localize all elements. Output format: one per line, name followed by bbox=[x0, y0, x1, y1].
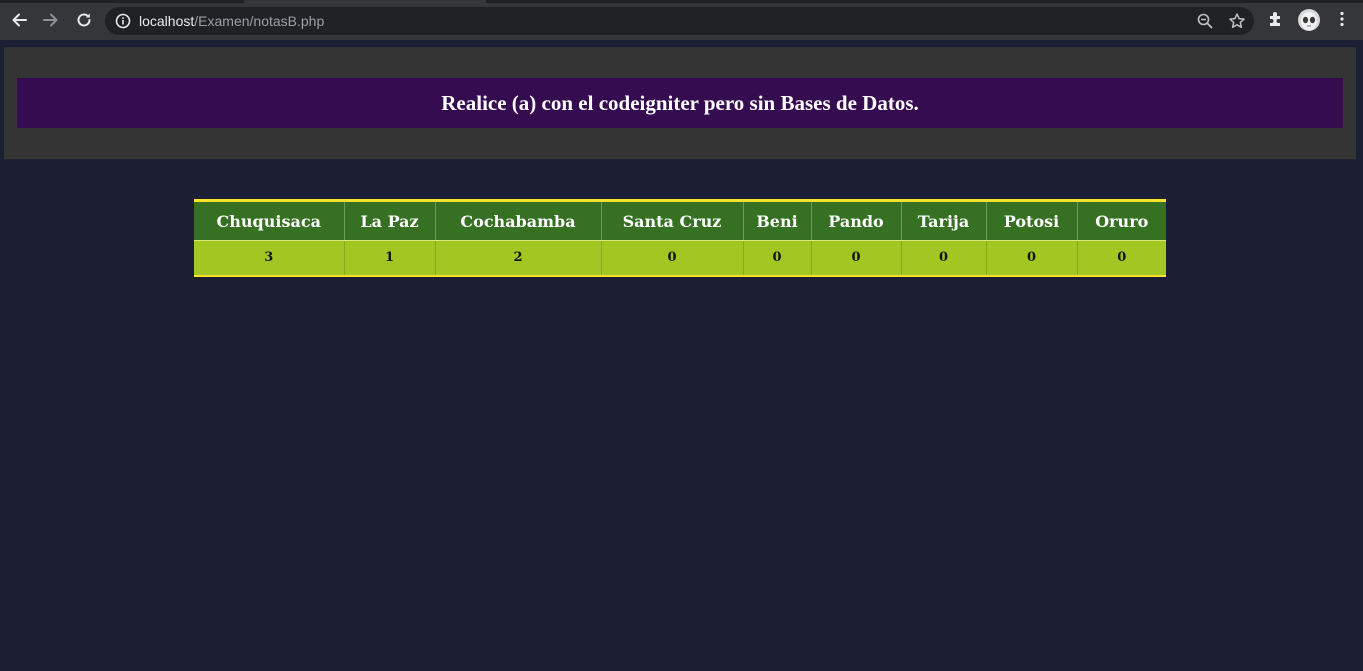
column-header: Pando bbox=[810, 200, 901, 241]
extensions-icon[interactable] bbox=[1267, 10, 1285, 32]
star-icon[interactable] bbox=[1228, 12, 1246, 34]
column-header: Santa Cruz bbox=[600, 200, 743, 241]
reload-button[interactable] bbox=[67, 0, 100, 40]
url-host: localhost bbox=[139, 13, 195, 29]
table-cell: 0 bbox=[600, 240, 743, 276]
forward-arrow-icon bbox=[42, 11, 60, 29]
column-header: Beni bbox=[742, 200, 811, 241]
browser-toolbar: localhost/Examen/notasB.php bbox=[0, 0, 1363, 40]
table-cell: 0 bbox=[985, 240, 1077, 276]
table-cell: 0 bbox=[810, 240, 901, 276]
url-path: /Examen/notasB.php bbox=[194, 13, 325, 29]
back-button[interactable] bbox=[2, 0, 35, 40]
back-arrow-icon bbox=[10, 11, 28, 29]
column-header: La Paz bbox=[343, 200, 435, 241]
column-header: Chuquisaca bbox=[194, 200, 344, 241]
column-header: Tarija bbox=[900, 200, 986, 241]
table-cell: 0 bbox=[742, 240, 811, 276]
column-header: Oruro bbox=[1076, 200, 1166, 241]
department-table: Chuquisaca La Paz Cochabamba Santa Cruz … bbox=[194, 199, 1166, 277]
page-title: Realice (a) con el codeigniter pero sin … bbox=[441, 90, 919, 115]
url-text: localhost/Examen/notasB.php bbox=[139, 13, 324, 29]
table-cell: 2 bbox=[434, 240, 601, 276]
tab-strip-edge bbox=[486, 0, 1363, 3]
column-header: Cochabamba bbox=[434, 200, 601, 241]
avatar[interactable] bbox=[1298, 9, 1320, 31]
table-cell: 0 bbox=[900, 240, 986, 276]
table-cell: 3 bbox=[194, 240, 344, 276]
zoom-icon[interactable] bbox=[1196, 12, 1214, 34]
table-row: 3 1 2 0 0 0 0 0 0 bbox=[194, 240, 1166, 276]
table-header-row: Chuquisaca La Paz Cochabamba Santa Cruz … bbox=[194, 200, 1166, 241]
address-bar[interactable]: localhost/Examen/notasB.php bbox=[105, 7, 1254, 35]
title-bar: Realice (a) con el codeigniter pero sin … bbox=[17, 78, 1343, 128]
forward-button[interactable] bbox=[34, 0, 67, 40]
column-header: Potosi bbox=[985, 200, 1077, 241]
table-cell: 1 bbox=[343, 240, 435, 276]
table-cell: 0 bbox=[1076, 240, 1166, 276]
reload-icon bbox=[75, 11, 93, 29]
menu-dots-icon[interactable] bbox=[1333, 10, 1351, 32]
info-icon[interactable] bbox=[115, 13, 131, 33]
